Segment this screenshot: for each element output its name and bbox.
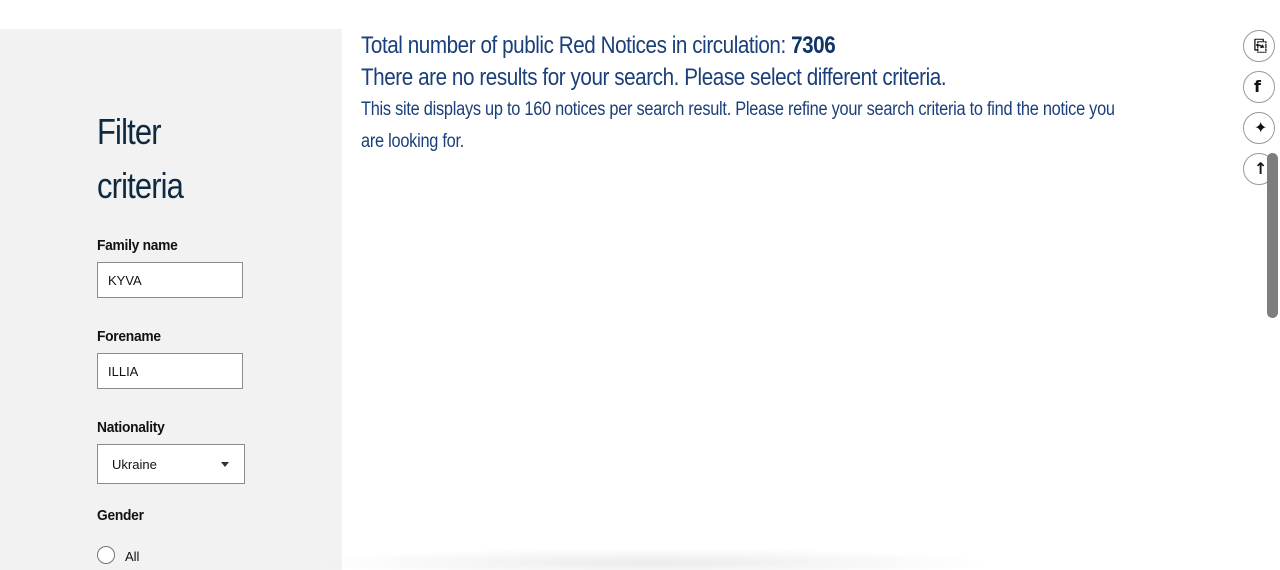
forename-label: Forename (97, 328, 161, 345)
print-icon: ⎘ (1254, 36, 1267, 55)
caret-down-icon (221, 462, 229, 467)
filter-title-line1: Filter (97, 111, 161, 152)
filter-title-line2: criteria (97, 165, 184, 206)
results-area: Total number of public Red Notices in ci… (361, 30, 1141, 152)
scrollbar-thumb[interactable] (1267, 153, 1278, 318)
family-name-input[interactable] (97, 262, 243, 298)
facebook-icon: f (1254, 77, 1261, 96)
filter-title: Filter criteria (97, 105, 200, 213)
gender-all-label: All (125, 549, 140, 564)
forename-input[interactable] (97, 353, 243, 389)
family-name-label: Family name (97, 237, 178, 254)
page: Filter criteria Family name Forename Nat… (0, 0, 1280, 570)
results-limit-note: This site displays up to 160 notices per… (361, 99, 1115, 152)
gender-label: Gender (97, 507, 144, 524)
total-notices-text: Total number of public Red Notices in ci… (361, 32, 792, 59)
nationality-select-value: Ukraine (112, 457, 157, 472)
nationality-select[interactable]: Ukraine (97, 444, 245, 484)
nationality-label: Nationality (97, 419, 165, 436)
filter-panel: Filter criteria (0, 29, 342, 570)
no-results-message: There are no results for your search. Pl… (361, 64, 947, 91)
total-notices-line: Total number of public Red Notices in ci… (361, 30, 1032, 62)
gender-all-radio[interactable] (97, 546, 115, 564)
bottom-shadow (300, 548, 1000, 570)
total-notices-count: 7306 (791, 32, 836, 59)
